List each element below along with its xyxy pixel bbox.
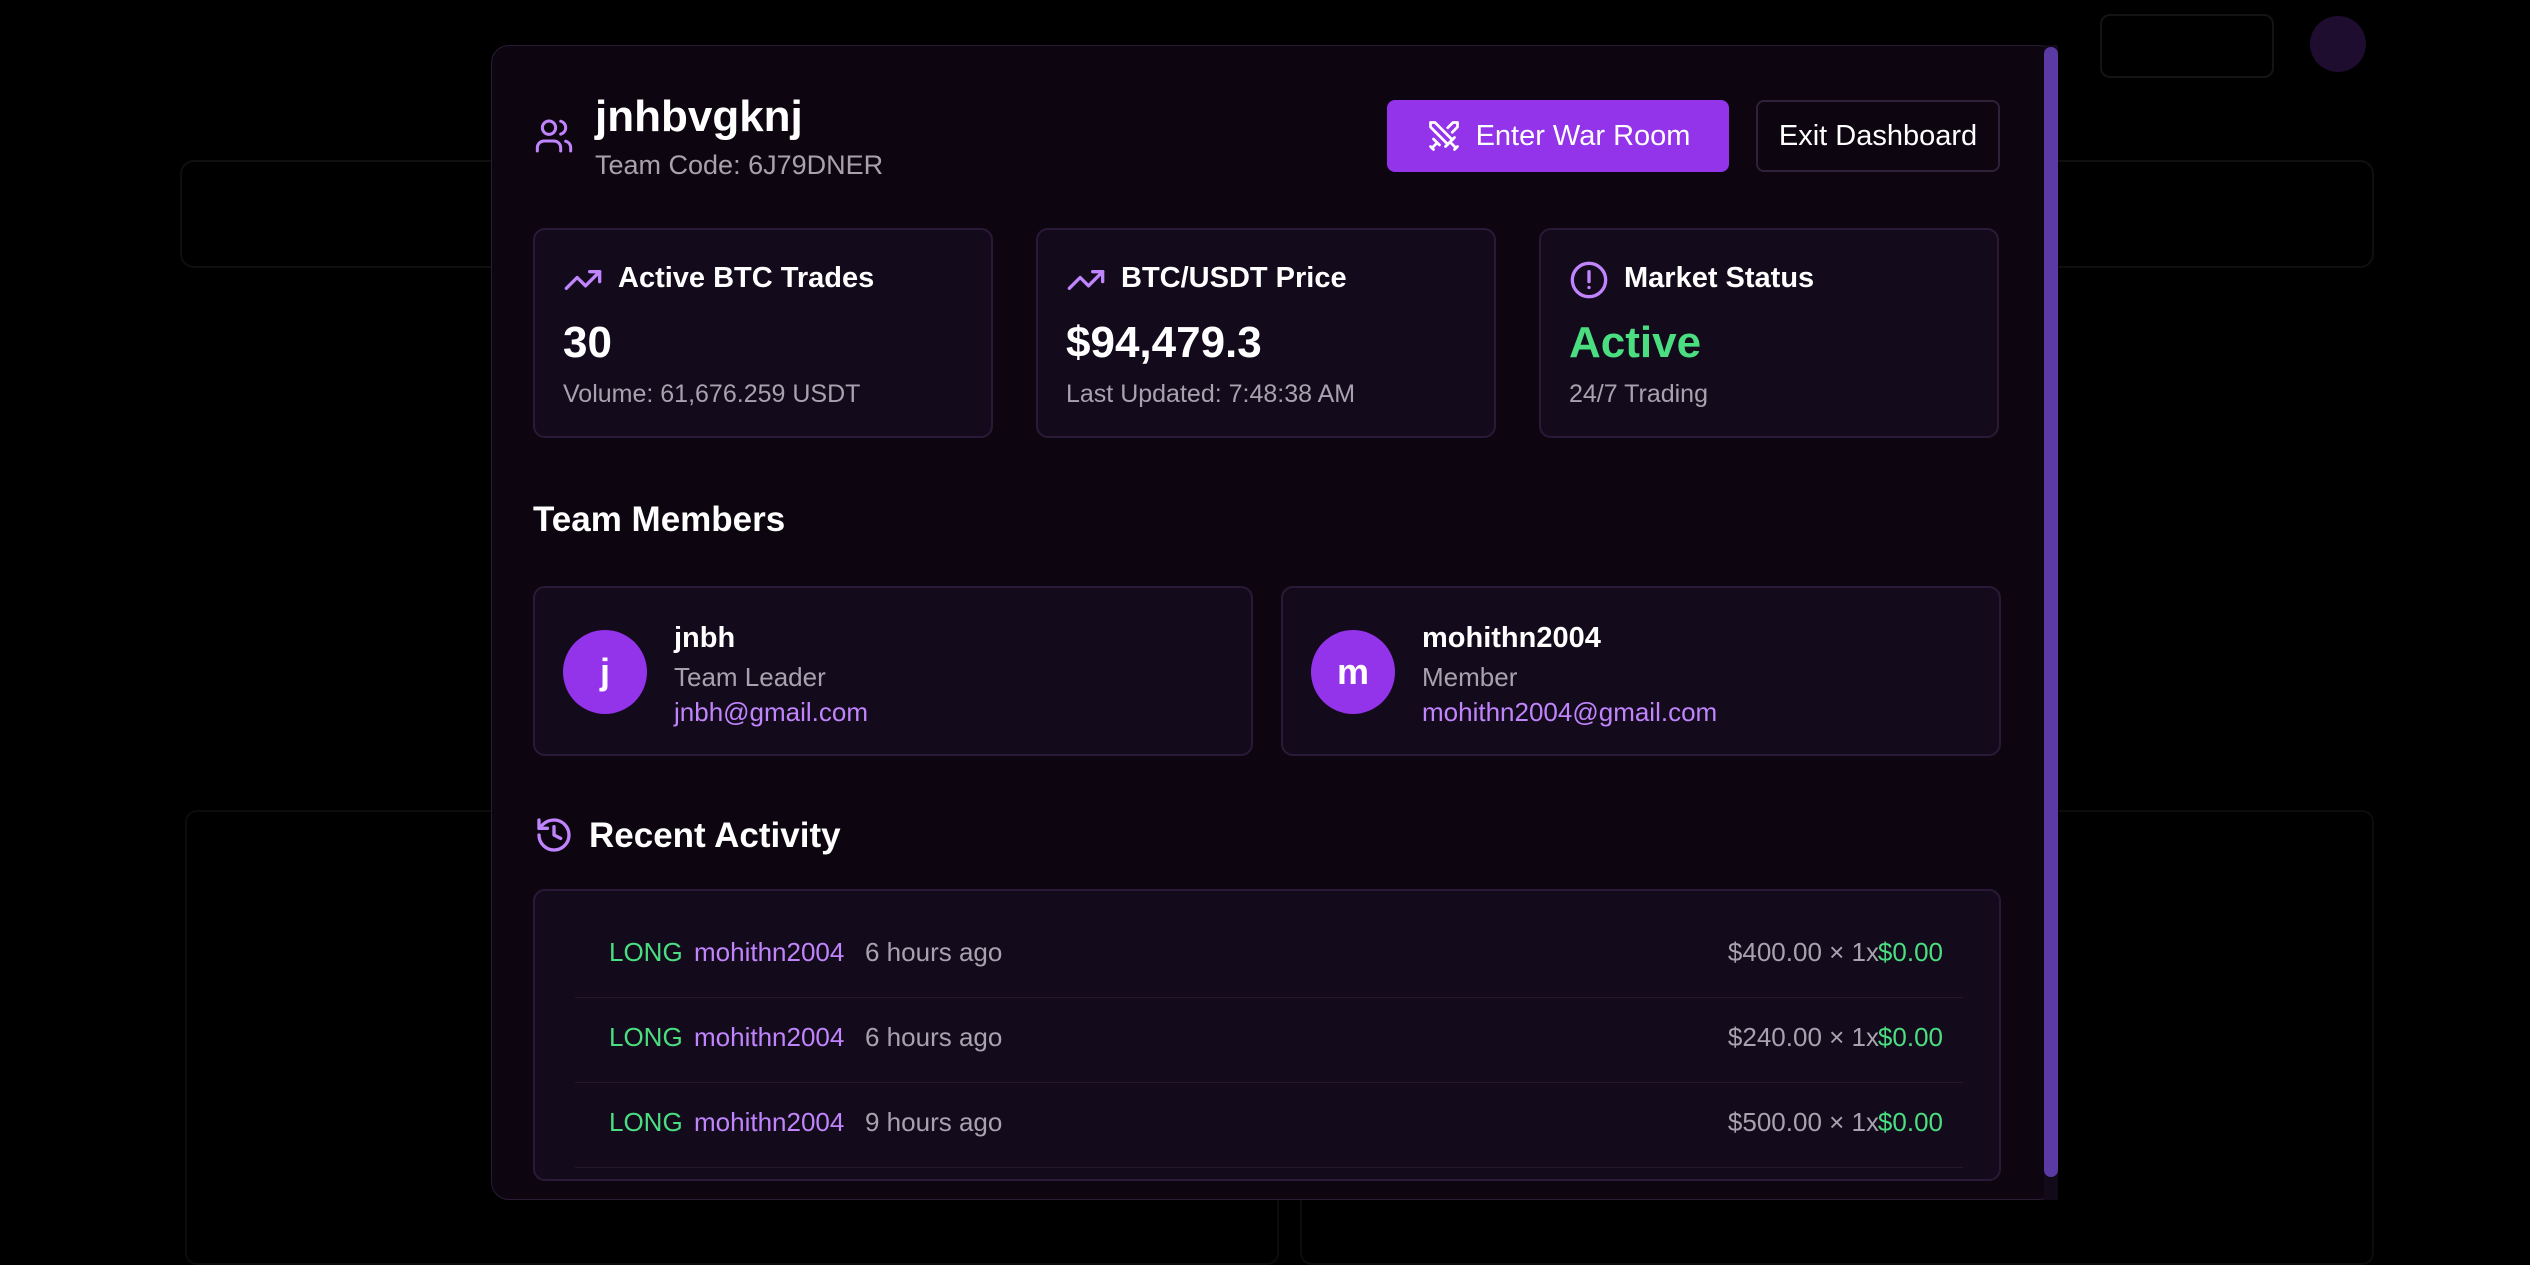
trade-type: LONG	[609, 1022, 683, 1052]
enter-war-room-button[interactable]: Enter War Room	[1387, 100, 1729, 172]
team-code: Team Code: 6J79DNER	[595, 150, 884, 180]
stat-card-market-status: Market Status Active 24/7 Trading	[1539, 228, 1999, 438]
member-email[interactable]: jnbh@gmail.com	[674, 697, 868, 728]
trade-time: 6 hours ago	[865, 937, 1003, 967]
recent-activity-heading: Recent Activity	[589, 816, 841, 855]
trade-amount: $500.00 × 1x	[1727, 1107, 1879, 1137]
users-icon	[535, 119, 573, 153]
stat-subtext: Last Updated: 7:48:38 AM	[1066, 380, 1356, 408]
member-card: m mohithn2004 Member mohithn2004@gmail.c…	[1281, 586, 2001, 756]
avatar: m	[1311, 630, 1395, 714]
background-avatar	[2310, 16, 2366, 72]
stat-subtext: Volume: 61,676.259 USDT	[563, 380, 861, 408]
team-members-heading: Team Members	[533, 500, 786, 539]
trade-user: mohithn2004	[694, 1107, 845, 1137]
trade-user: mohithn2004	[694, 937, 845, 967]
trade-pnl: $0.00	[1877, 1107, 1943, 1137]
modal-scrollbar-thumb[interactable]	[2044, 47, 2058, 1177]
background-logout-button	[2100, 14, 2274, 78]
trade-type: LONG	[609, 937, 683, 967]
trending-up-icon	[1067, 270, 1105, 290]
stat-subtext: 24/7 Trading	[1569, 380, 1708, 408]
swords-icon	[1428, 121, 1459, 151]
member-name: jnbh	[674, 622, 736, 654]
stat-value: 30	[563, 318, 612, 367]
exit-dashboard-button[interactable]: Exit Dashboard	[1756, 100, 2000, 172]
member-name: mohithn2004	[1422, 622, 1601, 654]
history-icon	[537, 818, 571, 852]
trade-time: 9 hours ago	[865, 1107, 1003, 1137]
trade-time: 6 hours ago	[865, 1022, 1003, 1052]
stat-value: $94,479.3	[1066, 318, 1262, 367]
enter-war-room-label: Enter War Room	[1475, 119, 1691, 152]
team-name: jnhbvgknj	[595, 92, 803, 141]
member-role: Member	[1422, 662, 1518, 692]
trending-up-icon	[564, 270, 602, 290]
member-card: j jnbh Team Leader jnbh@gmail.com	[533, 586, 1253, 756]
avatar: j	[563, 630, 647, 714]
trade-user: mohithn2004	[694, 1022, 845, 1052]
alert-circle-icon	[1570, 261, 1608, 299]
trade-pnl: $0.00	[1877, 1022, 1943, 1052]
trade-type: LONG	[609, 1107, 683, 1137]
stat-card-btc-price: BTC/USDT Price $94,479.3 Last Updated: 7…	[1036, 228, 1496, 438]
stat-value: Active	[1569, 318, 1702, 367]
trade-amount: $400.00 × 1x	[1727, 937, 1879, 967]
stat-label: BTC/USDT Price	[1121, 262, 1347, 294]
stat-card-active-trades: Active BTC Trades 30 Volume: 61,676.259 …	[533, 228, 993, 438]
activity-list: LONG mohithn2004 6 hours ago $400.00 × 1…	[533, 889, 2001, 1181]
member-role: Team Leader	[674, 662, 826, 692]
trade-amount: $240.00 × 1x	[1727, 1022, 1879, 1052]
activity-row: LONG mohithn2004 6 hours ago $400.00 × 1…	[575, 913, 1963, 998]
member-email[interactable]: mohithn2004@gmail.com	[1422, 697, 1717, 728]
trade-pnl: $0.00	[1877, 937, 1943, 967]
stat-label: Active BTC Trades	[618, 262, 875, 294]
activity-row: LONG mohithn2004 6 hours ago $240.00 × 1…	[575, 998, 1963, 1083]
activity-row: LONG mohithn2004 9 hours ago $500.00 × 1…	[575, 1083, 1963, 1168]
stat-label: Market Status	[1624, 262, 1815, 294]
